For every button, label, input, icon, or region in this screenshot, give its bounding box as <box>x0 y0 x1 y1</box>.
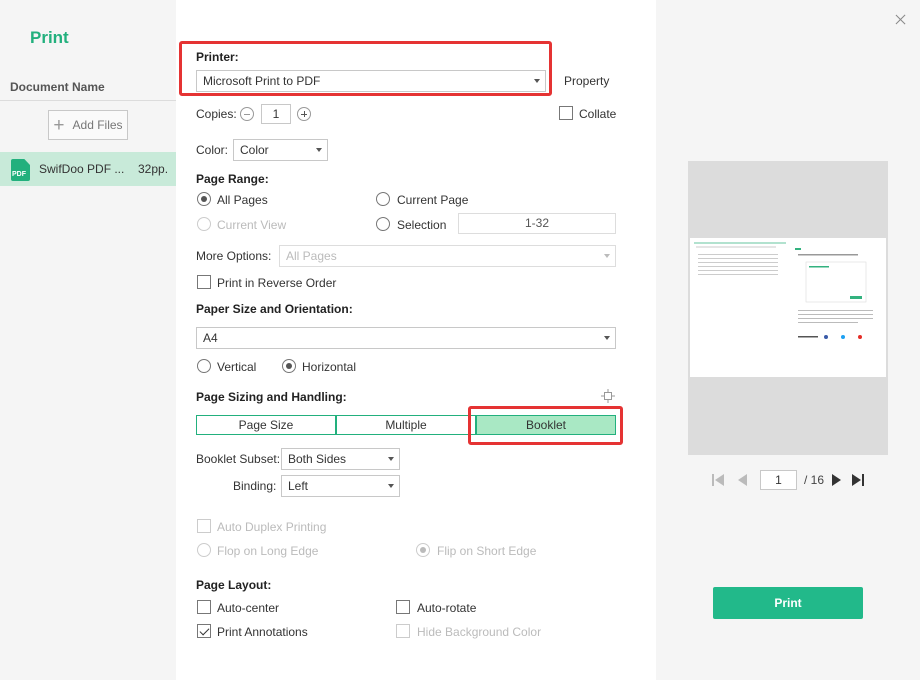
file-name: SwifDoo PDF ... <box>39 162 125 176</box>
preview-panel: 1 / 16 Print <box>656 0 920 680</box>
all-pages-label: All Pages <box>217 193 268 207</box>
horizontal-label: Horizontal <box>302 360 357 374</box>
page-number-input[interactable]: 1 <box>760 470 797 490</box>
current-page-radio[interactable] <box>376 192 390 206</box>
selection-range-input[interactable]: 1-32 <box>458 213 616 234</box>
more-options-label: More Options: <box>196 249 272 263</box>
hide-background-label: Hide Background Color <box>417 625 542 639</box>
add-files-label: Add Files <box>72 118 123 132</box>
dialog-title: Print <box>30 28 69 47</box>
copies-input[interactable]: 1 <box>261 104 291 124</box>
vertical-label: Vertical <box>217 360 257 374</box>
booklet-subset-select[interactable]: Both Sides <box>281 448 400 470</box>
decrement-button[interactable] <box>240 107 254 121</box>
printer-label: Printer: <box>196 50 239 64</box>
binding-label: Binding: <box>233 479 277 493</box>
current-view-label: Current View <box>217 218 287 232</box>
reverse-order-label: Print in Reverse Order <box>217 276 337 290</box>
divider <box>0 100 176 101</box>
close-icon[interactable] <box>894 13 908 27</box>
file-list-panel: Print Document Name + Add Files PDF Swif… <box>0 0 176 680</box>
chevron-down-icon <box>604 254 610 258</box>
page-total: / 16 <box>804 473 825 487</box>
property-link[interactable]: Property <box>564 74 609 88</box>
all-pages-radio[interactable] <box>197 192 211 206</box>
page-thumbnail-graphic <box>694 242 873 339</box>
color-select[interactable]: Color <box>233 139 328 161</box>
print-annotations-label: Print Annotations <box>217 625 308 639</box>
print-settings-panel: Printer: Microsoft Print to PDF Property… <box>176 0 656 680</box>
chevron-down-icon <box>604 336 610 340</box>
auto-duplex-label: Auto Duplex Printing <box>217 520 327 534</box>
flip-short-edge-radio[interactable] <box>416 543 430 557</box>
preview-page-thumbnail <box>690 238 886 377</box>
selection-label: Selection <box>397 218 447 232</box>
auto-duplex-checkbox[interactable] <box>197 519 211 533</box>
print-annotations-checkbox[interactable] <box>197 624 211 638</box>
color-label: Color: <box>196 143 229 157</box>
reverse-order-checkbox[interactable] <box>197 275 211 289</box>
hide-background-checkbox[interactable] <box>396 624 410 638</box>
flop-long-edge-label: Flop on Long Edge <box>217 544 319 558</box>
page-sizing-label: Page Sizing and Handling: <box>196 390 347 404</box>
chevron-down-icon <box>316 148 322 152</box>
file-list-item[interactable]: PDF SwifDoo PDF ... 32pp. <box>0 152 176 186</box>
page-preview <box>688 161 888 455</box>
chevron-down-icon <box>534 79 540 83</box>
collate-checkbox[interactable] <box>559 106 573 120</box>
more-options-select[interactable]: All Pages <box>279 245 616 267</box>
auto-rotate-checkbox[interactable] <box>396 600 410 614</box>
page-range-label: Page Range: <box>196 172 269 186</box>
vertical-radio[interactable] <box>197 359 211 373</box>
copies-label: Copies: <box>196 107 237 121</box>
tab-booklet[interactable]: Booklet <box>476 415 616 435</box>
current-view-radio[interactable] <box>197 217 211 231</box>
print-button[interactable]: Print <box>713 587 863 619</box>
collate-label: Collate <box>579 107 617 121</box>
last-page-icon[interactable] <box>851 470 865 490</box>
selection-radio[interactable] <box>376 217 390 231</box>
fit-page-icon[interactable] <box>601 389 615 403</box>
flop-long-edge-radio[interactable] <box>197 543 211 557</box>
page-layout-label: Page Layout: <box>196 578 272 592</box>
auto-rotate-label: Auto-rotate <box>417 601 477 615</box>
chevron-down-icon <box>388 484 394 488</box>
paper-size-select[interactable]: A4 <box>196 327 616 349</box>
auto-center-label: Auto-center <box>217 601 280 615</box>
booklet-subset-label: Booklet Subset: <box>196 452 281 466</box>
file-page-count: 32pp. <box>138 162 169 176</box>
tab-multiple[interactable]: Multiple <box>336 415 476 435</box>
auto-center-checkbox[interactable] <box>197 600 211 614</box>
printer-select[interactable]: Microsoft Print to PDF <box>196 70 546 92</box>
first-page-icon[interactable] <box>711 470 725 490</box>
horizontal-radio[interactable] <box>282 359 296 373</box>
pdf-file-icon: PDF <box>11 159 30 181</box>
add-files-button[interactable]: + Add Files <box>48 110 128 140</box>
plus-icon: + <box>53 114 65 136</box>
increment-button[interactable] <box>297 107 311 121</box>
next-page-icon[interactable] <box>831 470 841 490</box>
paper-size-label: Paper Size and Orientation: <box>196 302 353 316</box>
previous-page-icon[interactable] <box>738 470 748 490</box>
binding-select[interactable]: Left <box>281 475 400 497</box>
flip-short-edge-label: Flip on Short Edge <box>437 544 537 558</box>
tab-page-size[interactable]: Page Size <box>196 415 336 435</box>
current-page-label: Current Page <box>397 193 469 207</box>
document-name-header: Document Name <box>10 80 105 94</box>
chevron-down-icon <box>388 457 394 461</box>
